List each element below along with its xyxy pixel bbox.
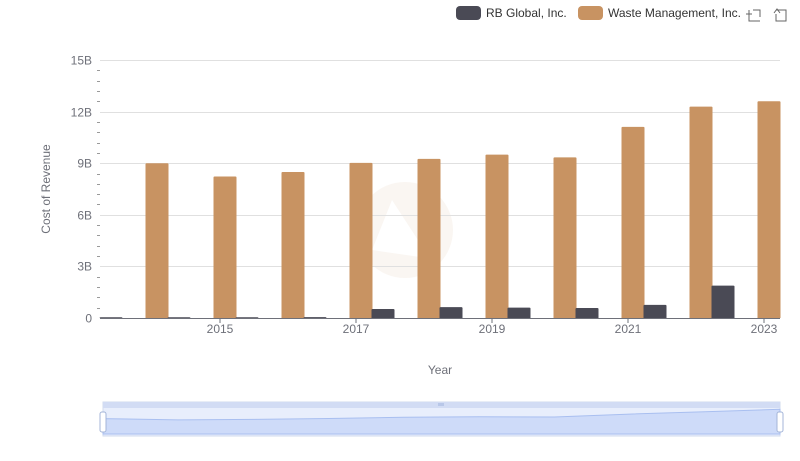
bar-waste-management-2021[interactable] xyxy=(621,126,645,319)
y-axis-title: Cost of Revenue xyxy=(39,144,53,234)
bar-waste-management-2015[interactable] xyxy=(213,176,237,318)
legend-item-rb-global[interactable]: RB Global, Inc. xyxy=(456,6,567,20)
bar-waste-management-2023[interactable] xyxy=(757,101,781,318)
legend-label-waste-management: Waste Management, Inc. xyxy=(608,6,741,20)
y-tick-label: 3B xyxy=(77,260,92,274)
bar-waste-management-2017[interactable] xyxy=(349,162,373,318)
y-axis-ticks: 0 3B 6B 9B 12B 15B xyxy=(71,54,93,326)
bar-waste-management-2020[interactable] xyxy=(553,157,577,318)
x-tick-label: 2017 xyxy=(343,322,370,336)
legend-label-rb-global: RB Global, Inc. xyxy=(486,6,567,20)
bar-waste-management-2019[interactable] xyxy=(485,154,509,318)
restore-icon[interactable] xyxy=(773,8,787,22)
y-tick-label: 0 xyxy=(85,312,92,326)
data-zoom-handle-right[interactable] xyxy=(776,411,784,433)
legend-swatch-waste-management xyxy=(578,6,603,20)
x-tick-label: 2023 xyxy=(751,322,778,336)
bars xyxy=(99,101,781,319)
bar-rb-global-2018[interactable] xyxy=(371,309,395,318)
chart: 2015 2017 2019 2021 2023 03B6B9B12B15B Year … xyxy=(39,6,787,437)
legend-swatch-rb-global xyxy=(456,6,481,20)
data-zoom-slider[interactable] xyxy=(99,401,784,437)
bar-rb-global-2021[interactable] xyxy=(575,308,599,318)
y-tick-label: 15B xyxy=(71,54,92,68)
legend: RB Global, Inc. Waste Management, Inc. xyxy=(456,6,741,20)
zoom-icon[interactable] xyxy=(746,9,761,22)
bar-waste-management-2018[interactable] xyxy=(417,158,441,318)
y-tick-label: 6B xyxy=(77,209,92,223)
bar-rb-global-2022[interactable] xyxy=(643,304,667,318)
y-tick-label: 12B xyxy=(71,106,92,120)
x-tick-label: 2021 xyxy=(615,322,642,336)
legend-item-waste-management[interactable]: Waste Management, Inc. xyxy=(578,6,741,20)
bar-waste-management-2022[interactable] xyxy=(689,106,713,318)
data-zoom-handle-left[interactable] xyxy=(99,411,107,433)
x-tick-label: 2019 xyxy=(479,322,506,336)
x-tick-label: 2015 xyxy=(207,322,234,336)
bar-waste-management-2016[interactable] xyxy=(281,171,305,318)
bar-rb-global-2019[interactable] xyxy=(439,307,463,318)
y-tick-label: 9B xyxy=(77,157,92,171)
x-axis-title: Year xyxy=(428,363,452,377)
bar-rb-global-2023[interactable] xyxy=(711,285,735,318)
x-axis-ticks: 2015 2017 2019 2021 2023 xyxy=(207,318,778,336)
y-axis-minor-ticks xyxy=(97,70,100,309)
bar-rb-global-2020[interactable] xyxy=(507,307,531,318)
bar-rb-global-2017[interactable] xyxy=(303,317,327,319)
bar-waste-management-2014[interactable] xyxy=(145,163,169,318)
